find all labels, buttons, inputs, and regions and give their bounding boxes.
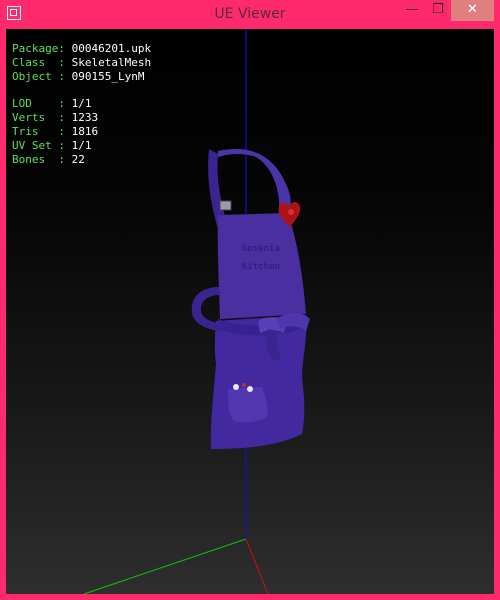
bones-value: 22 — [71, 153, 85, 166]
close-icon: ✕ — [467, 2, 478, 17]
mesh-info-panel: Package: 00046201.upk Class : SkeletalMe… — [12, 42, 151, 84]
apron-mesh: Gosenia Kitchen — [191, 148, 310, 449]
class-label: Class : — [12, 56, 72, 69]
lod-label: LOD : — [12, 97, 72, 110]
app-window: UE Viewer — ❐ ✕ Gosenia Kitchen Package:… — [0, 0, 500, 600]
uvset-label: UV Set : — [12, 139, 72, 152]
x-axis-line — [245, 538, 269, 594]
svg-text:Gosenia: Gosenia — [242, 244, 280, 254]
package-label: Package: — [12, 42, 72, 55]
tris-value: 1816 — [71, 125, 99, 138]
minimize-icon: — — [405, 2, 419, 17]
mesh-stats-panel: LOD : 1/1 Verts : 1233 Tris : 1816 UV Se… — [12, 97, 98, 167]
close-button[interactable]: ✕ — [451, 0, 494, 21]
verts-label: Verts : — [12, 111, 72, 124]
uvset-value: 1/1 — [71, 139, 92, 152]
svg-text:Kitchen: Kitchen — [242, 262, 280, 272]
3d-viewport[interactable]: Gosenia Kitchen Package: 00046201.upk Cl… — [6, 29, 494, 594]
title-bar[interactable]: UE Viewer — ❐ ✕ — [0, 0, 500, 28]
class-value: SkeletalMesh — [71, 56, 152, 69]
maximize-icon: ❐ — [432, 2, 444, 17]
minimize-button[interactable]: — — [399, 0, 425, 21]
y-axis-line — [83, 538, 247, 594]
tris-label: Tris : — [12, 125, 72, 138]
verts-value: 1233 — [71, 111, 99, 124]
maximize-button[interactable]: ❐ — [425, 0, 451, 21]
object-label: Object : — [12, 70, 72, 83]
object-value: 090155_LynM — [71, 70, 145, 83]
package-value: 00046201.upk — [71, 42, 152, 55]
bones-label: Bones : — [12, 153, 72, 166]
lod-value: 1/1 — [71, 97, 92, 110]
